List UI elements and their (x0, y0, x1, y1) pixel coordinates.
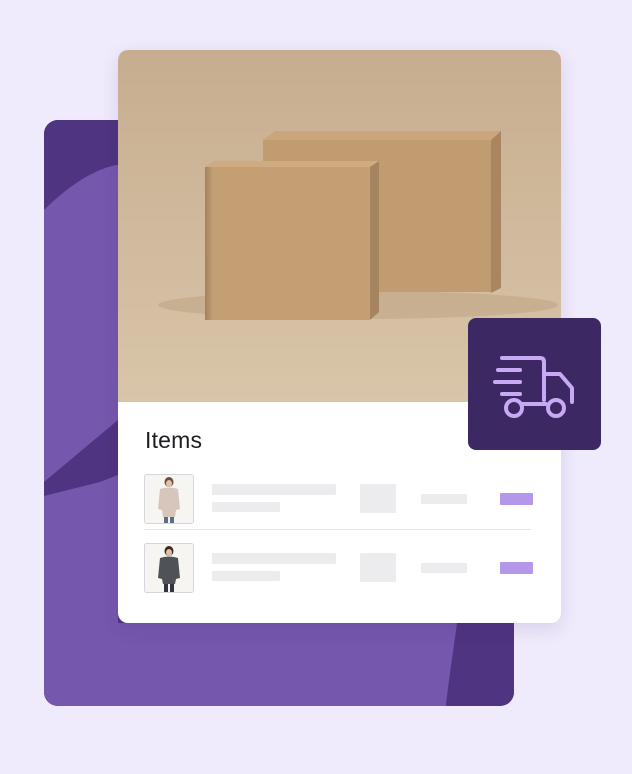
product-name-placeholder (212, 484, 336, 495)
status-accent-bar (500, 493, 533, 505)
beige-long-sleeve-top (145, 475, 193, 523)
shipping-badge (468, 318, 601, 450)
quantity-placeholder (360, 484, 396, 513)
row-divider (144, 529, 531, 530)
product-variant-placeholder (212, 571, 280, 581)
product-thumbnail (144, 543, 194, 593)
price-placeholder (421, 563, 467, 573)
items-heading: Items (145, 427, 203, 453)
item-row[interactable] (144, 474, 533, 524)
item-row[interactable] (144, 543, 533, 593)
status-accent-bar (500, 562, 533, 574)
delivery-truck-icon (493, 356, 574, 418)
price-placeholder (421, 494, 467, 504)
product-variant-placeholder (212, 502, 280, 512)
product-name-placeholder (212, 553, 336, 564)
grey-long-sleeve-top (145, 544, 193, 592)
product-thumbnail (144, 474, 194, 524)
quantity-placeholder (360, 553, 396, 582)
